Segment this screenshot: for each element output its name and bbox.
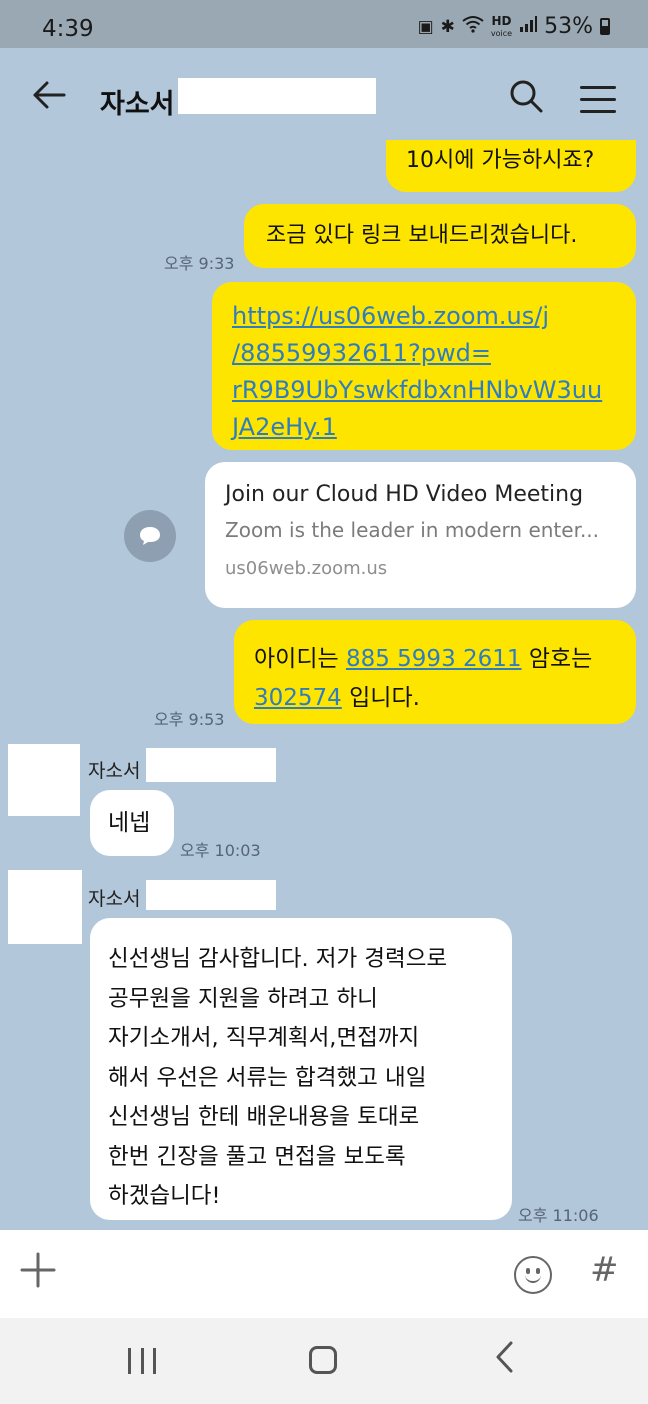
emoji-icon[interactable]: [514, 1256, 552, 1294]
message-input-bar: #: [0, 1230, 648, 1318]
avatar[interactable]: [8, 870, 82, 944]
status-bar: 4:39 ▣ ✱ HD voice 53%: [0, 0, 648, 48]
battery-level: 53%: [544, 14, 593, 39]
link-preview-card[interactable]: Join our Cloud HD Video Meeting Zoom is …: [205, 462, 636, 608]
message-bubble[interactable]: 아이디는 885 5993 2611 암호는 302574 입니다.: [234, 620, 636, 724]
hd-voice-icon: HD voice: [490, 13, 513, 38]
message-text: 10시에 가능하시죠?: [406, 148, 595, 173]
system-nav-bar: [0, 1318, 648, 1404]
status-icons: ▣ ✱ HD voice 53%: [418, 14, 610, 39]
nfc-icon: ▣: [417, 16, 434, 37]
message-time: 오후 10:03: [180, 841, 261, 860]
home-icon[interactable]: [309, 1346, 337, 1374]
hashtag-icon[interactable]: #: [590, 1250, 619, 1290]
message-text: 네넵: [108, 810, 151, 836]
chat-header: 자소서: [0, 48, 648, 148]
preview-url: us06web.zoom.us: [225, 558, 388, 579]
chat-title: 자소서: [100, 89, 175, 120]
message-time: 오후 11:06: [518, 1206, 599, 1225]
battery-icon: [600, 18, 610, 35]
message-bubble[interactable]: 10시에 가능하시죠?: [386, 140, 636, 192]
preview-description: Zoom is the leader in modern enter...: [225, 518, 600, 542]
share-icon[interactable]: [124, 510, 176, 562]
menu-icon[interactable]: [580, 86, 616, 113]
zoom-link[interactable]: https://us06web.zoom.us/j /88559932611?p…: [232, 302, 602, 441]
search-icon[interactable]: [508, 78, 544, 114]
status-time: 4:39: [42, 16, 94, 42]
bluetooth-icon: ✱: [440, 16, 455, 37]
message-text: 조금 있다 링크 보내드리겠습니다.: [266, 223, 578, 248]
back-arrow-icon[interactable]: [32, 78, 66, 119]
redaction-box: [146, 748, 276, 782]
signal-icon: [519, 16, 538, 37]
message-bubble[interactable]: 네넵: [90, 790, 174, 856]
redaction-box: [178, 78, 376, 114]
avatar[interactable]: [8, 744, 80, 816]
message-bubble[interactable]: 신선생님 감사합니다. 저가 경력으로 공무원을 지원을 하려고 하니 자기소개…: [90, 918, 512, 1220]
message-bubble[interactable]: 조금 있다 링크 보내드리겠습니다.: [244, 204, 636, 268]
nav-back-icon[interactable]: [494, 1340, 514, 1383]
link-message-bubble[interactable]: https://us06web.zoom.us/j /88559932611?p…: [212, 282, 636, 450]
message-time: 오후 9:53: [154, 710, 225, 729]
preview-title: Join our Cloud HD Video Meeting: [225, 482, 584, 507]
meeting-password-link[interactable]: 302574: [254, 685, 342, 711]
redaction-box: [146, 880, 276, 910]
sender-name: 자소서: [88, 760, 141, 782]
wifi-icon: [462, 15, 484, 38]
meeting-id-link[interactable]: 885 5993 2611: [346, 646, 522, 672]
sender-name: 자소서: [88, 888, 141, 910]
message-time: 오후 9:33: [164, 254, 235, 273]
recent-apps-icon[interactable]: [128, 1348, 156, 1374]
plus-icon[interactable]: [20, 1248, 56, 1299]
